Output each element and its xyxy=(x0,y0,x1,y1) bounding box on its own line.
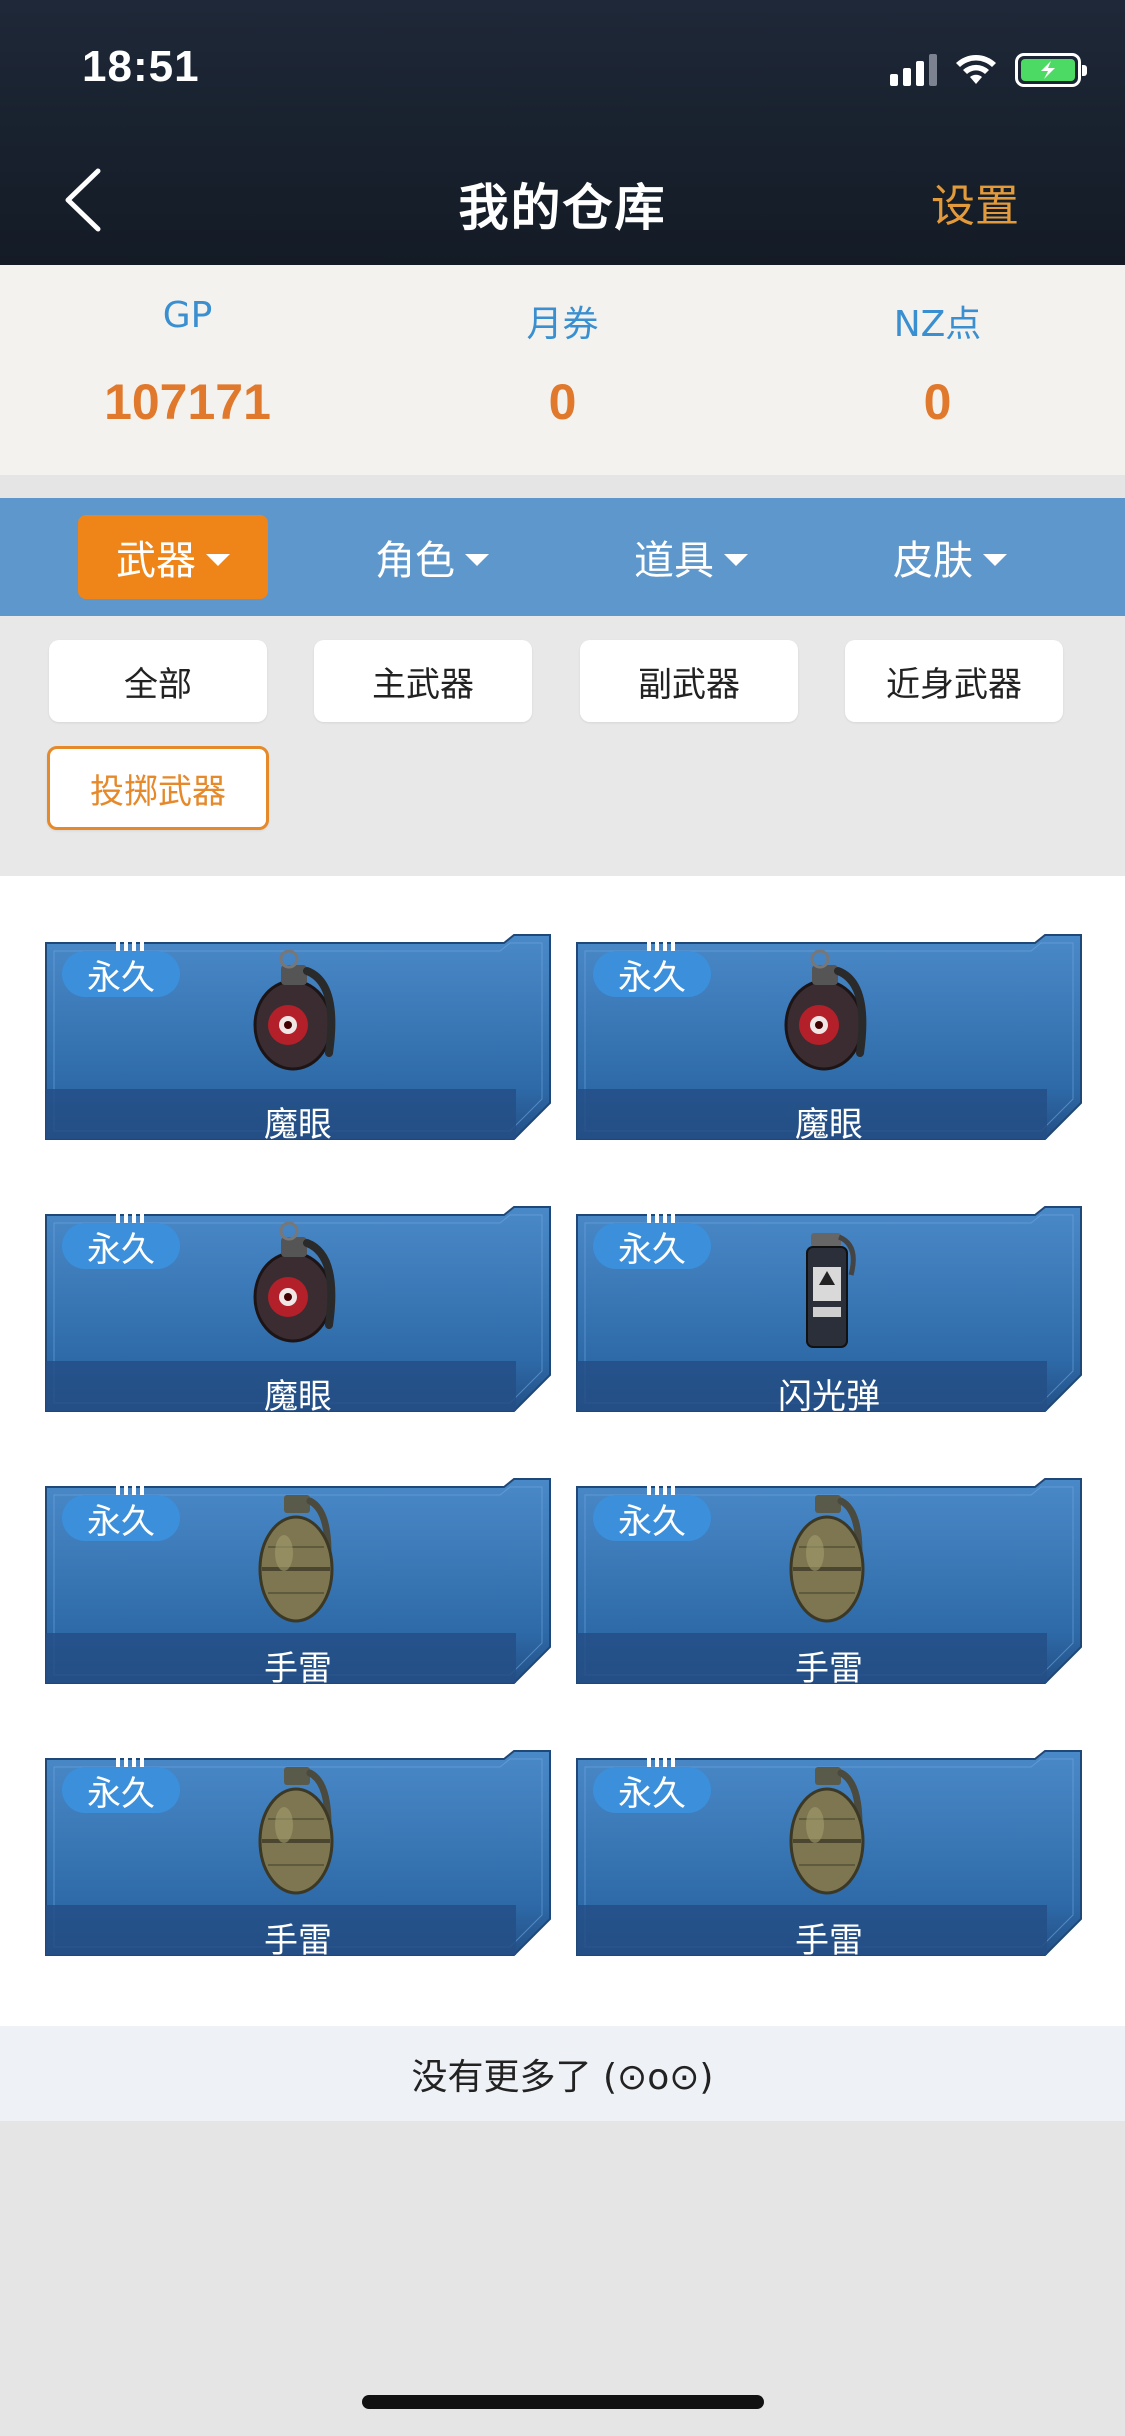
battery-icon xyxy=(1015,53,1087,87)
demon-eye-grenade-icon xyxy=(774,943,884,1087)
item-card[interactable]: 永久手雷 xyxy=(44,1477,552,1689)
tab-skins[interactable]: 皮肤 xyxy=(855,515,1045,599)
no-more-text: 没有更多了 (⊙o⊙) xyxy=(0,2026,1125,2121)
currency-gp: GP 107171 xyxy=(0,265,375,475)
frag-grenade-icon xyxy=(248,1759,348,1903)
flashbang-icon xyxy=(789,1215,869,1359)
permanent-badge: 永久 xyxy=(62,1495,180,1542)
item-name: 魔眼 xyxy=(264,1105,332,1145)
settings-button[interactable]: 设置 xyxy=(931,170,1019,234)
filter-melee-weapon[interactable]: 近身武器 xyxy=(845,640,1063,722)
permanent-badge: 永久 xyxy=(593,1767,711,1814)
tab-weapons[interactable]: 武器 xyxy=(78,515,268,599)
tab-props[interactable]: 道具 xyxy=(596,515,786,599)
item-card[interactable]: 永久魔眼 xyxy=(44,933,552,1145)
tab-label: 角色 xyxy=(375,538,455,584)
frag-grenade-icon xyxy=(779,1759,879,1903)
item-name: 手雷 xyxy=(264,1649,332,1689)
permanent-badge: 永久 xyxy=(62,1767,180,1814)
currency-nz-points: NZ点 0 xyxy=(750,265,1125,475)
currency-summary: GP 107171 月券 0 NZ点 0 xyxy=(0,265,1125,475)
item-name: 魔眼 xyxy=(264,1377,332,1417)
category-tabs: 武器 角色 道具 皮肤 xyxy=(0,498,1125,616)
tab-characters[interactable]: 角色 xyxy=(337,515,527,599)
item-name: 魔眼 xyxy=(795,1105,863,1145)
item-card[interactable]: 永久魔眼 xyxy=(575,933,1083,1145)
caret-down-icon xyxy=(724,554,748,566)
caret-down-icon xyxy=(983,554,1007,566)
currency-value: 107171 xyxy=(104,374,271,430)
currency-value: 0 xyxy=(548,374,577,430)
item-card[interactable]: 永久手雷 xyxy=(575,1749,1083,1961)
sub-filter-area: 全部 主武器 副武器 近身武器 投掷武器 xyxy=(0,616,1125,876)
item-name: 手雷 xyxy=(795,1921,863,1961)
wifi-icon xyxy=(956,55,996,84)
permanent-badge: 永久 xyxy=(593,951,711,998)
demon-eye-grenade-icon xyxy=(243,943,353,1087)
filter-secondary-weapon[interactable]: 副武器 xyxy=(580,640,798,722)
item-grid: 永久 魔眼 永久 魔眼 永久 魔眼 永久 闪光弹 永久 手雷 永久 手雷 永久 … xyxy=(0,876,1125,2026)
tab-label: 道具 xyxy=(634,538,714,584)
item-name: 闪光弹 xyxy=(778,1377,880,1417)
permanent-badge: 永久 xyxy=(62,951,180,998)
filter-throwing-weapon[interactable]: 投掷武器 xyxy=(47,746,269,830)
permanent-badge: 永久 xyxy=(62,1223,180,1270)
filter-primary-weapon[interactable]: 主武器 xyxy=(314,640,532,722)
item-card[interactable]: 永久手雷 xyxy=(575,1477,1083,1689)
item-name: 手雷 xyxy=(795,1649,863,1689)
filter-all[interactable]: 全部 xyxy=(49,640,267,722)
permanent-badge: 永久 xyxy=(593,1495,711,1542)
permanent-badge: 永久 xyxy=(593,1223,711,1270)
status-icons xyxy=(890,50,1087,90)
currency-monthly-voucher: 月券 0 xyxy=(375,265,750,475)
status-time: 18:51 xyxy=(82,42,200,91)
demon-eye-grenade-icon xyxy=(243,1215,353,1359)
frag-grenade-icon xyxy=(248,1487,348,1631)
caret-down-icon xyxy=(206,554,230,566)
cellular-signal-icon xyxy=(890,54,937,86)
item-card[interactable]: 永久闪光弹 xyxy=(575,1205,1083,1417)
currency-label: NZ点 xyxy=(893,304,982,345)
currency-label: GP xyxy=(162,295,213,336)
caret-down-icon xyxy=(465,554,489,566)
currency-value: 0 xyxy=(923,374,952,430)
app-header: 18:51 我的仓库 设置 xyxy=(0,0,1125,265)
tab-label: 皮肤 xyxy=(893,538,973,584)
item-card[interactable]: 永久手雷 xyxy=(44,1749,552,1961)
tab-label: 武器 xyxy=(116,538,196,584)
frag-grenade-icon xyxy=(779,1487,879,1631)
item-name: 手雷 xyxy=(264,1921,332,1961)
currency-label: 月券 xyxy=(526,304,599,345)
item-card[interactable]: 永久魔眼 xyxy=(44,1205,552,1417)
home-indicator[interactable] xyxy=(362,2395,764,2409)
